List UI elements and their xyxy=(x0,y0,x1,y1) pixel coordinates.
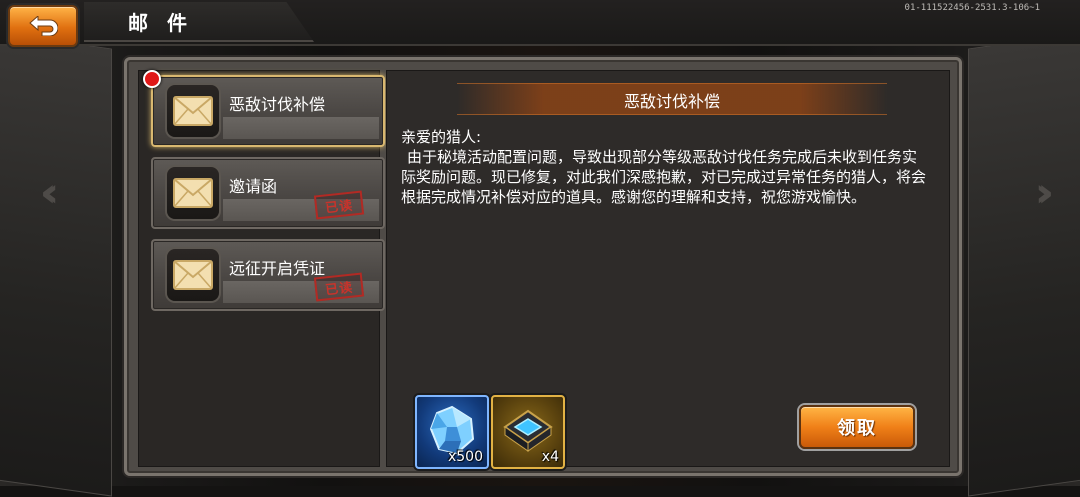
mail-item-invitation[interactable]: 邀请函 已读 xyxy=(151,157,385,229)
mail-item-stripe xyxy=(223,117,379,139)
background-door-right xyxy=(968,31,1080,497)
mail-content-pane: 恶敌讨伐补偿 亲爱的猎人: 由于秘境活动配置问题，导致出现部分等级恶敌讨伐任务完… xyxy=(386,70,950,469)
mail-list-pane[interactable]: 恶敌讨伐补偿 邀请函 已读 远征开启凭证 已读 xyxy=(138,70,385,467)
read-stamp: 已读 xyxy=(313,272,365,302)
background-door-left xyxy=(0,31,112,497)
mail-item-label: 邀请函 xyxy=(229,177,278,196)
background-chevron-right-icon: ›› xyxy=(1035,170,1054,216)
mail-window: 恶敌讨伐补偿 邀请函 已读 远征开启凭证 已读 恶敌讨伐补偿 亲爱的猎人: 由于… xyxy=(124,57,962,476)
mail-paragraph: 由于秘境活动配置问题，导致出现部分等级恶敌讨伐任务完成后未收到任务实际奖励问题。… xyxy=(401,148,927,206)
background-chevron-left-icon: ‹‹ xyxy=(40,170,59,216)
envelope-icon xyxy=(167,167,219,219)
top-bar: 邮 件 01-111522456-2531.3-106~1 xyxy=(0,0,1080,47)
reward-quantity: x500 xyxy=(447,449,483,465)
envelope-icon xyxy=(167,85,219,137)
return-arrow-icon xyxy=(29,16,58,36)
title-plate xyxy=(84,2,314,42)
mail-greeting: 亲爱的猎人: xyxy=(401,128,482,146)
page-title: 邮 件 xyxy=(128,11,193,35)
reward-quantity: x4 xyxy=(541,449,559,465)
reward-item-gem[interactable]: x500 xyxy=(415,395,489,469)
envelope-icon xyxy=(167,249,219,301)
mail-title-bar: 恶敌讨伐补偿 xyxy=(457,83,887,115)
mail-body: 亲爱的猎人: 由于秘境活动配置问题，导致出现部分等级恶敌讨伐任务完成后未收到任务… xyxy=(401,127,931,207)
reward-item-chip[interactable]: x4 xyxy=(491,395,565,469)
mail-item-label: 远征开启凭证 xyxy=(229,259,326,278)
mail-item-expedition-pass[interactable]: 远征开启凭证 已读 xyxy=(151,239,385,311)
version-text: 01-111522456-2531.3-106~1 xyxy=(904,3,1040,13)
back-button[interactable] xyxy=(8,5,78,47)
mail-item-label: 恶敌讨伐补偿 xyxy=(229,95,326,114)
read-stamp: 已读 xyxy=(313,190,365,220)
mail-title: 恶敌讨伐补偿 xyxy=(623,92,720,111)
unread-badge xyxy=(143,70,161,88)
claim-button[interactable]: 领取 xyxy=(799,405,915,449)
mail-item-enemy-compensation[interactable]: 恶敌讨伐补偿 xyxy=(151,75,385,147)
